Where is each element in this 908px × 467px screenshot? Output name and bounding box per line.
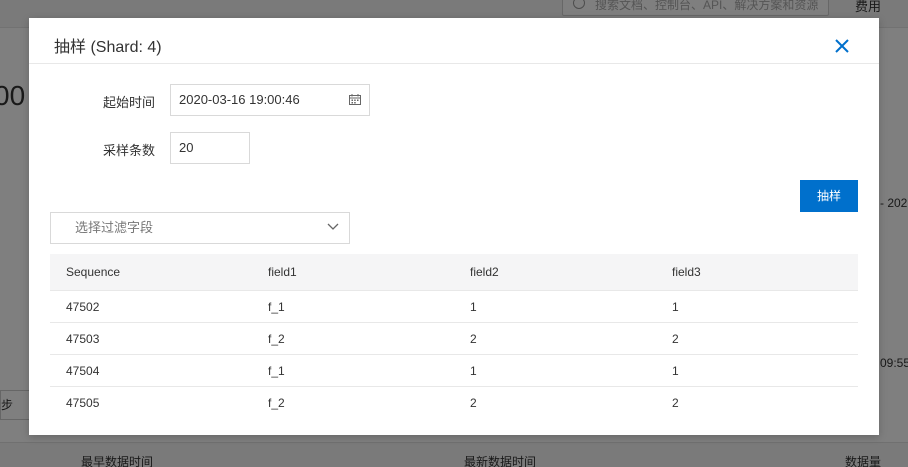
cell-field2: 1 [470, 363, 477, 378]
close-icon[interactable] [834, 38, 854, 58]
start-time-value: 2020-03-16 19:00:46 [179, 92, 300, 107]
cell-field2: 2 [470, 331, 477, 346]
table-row: 47502 f_1 1 1 [50, 290, 858, 322]
header-field2: field2 [470, 265, 499, 279]
cell-sequence: 47505 [66, 395, 100, 410]
cell-field3: 1 [672, 299, 679, 314]
table-row: 47503 f_2 2 2 [50, 322, 858, 354]
cell-field2: 1 [470, 299, 477, 314]
cell-field3: 1 [672, 363, 679, 378]
start-time-input[interactable]: 2020-03-16 19:00:46 [170, 84, 370, 116]
dialog-title: 抽样 (Shard: 4) [54, 39, 162, 56]
header-field3: field3 [672, 265, 701, 279]
filter-field-select[interactable]: 选择过滤字段 [50, 212, 350, 244]
calendar-icon[interactable] [349, 94, 361, 105]
sample-dialog: 抽样 (Shard: 4) 起始时间 2020-03-16 19:00:46 采… [29, 18, 879, 435]
sample-button[interactable]: 抽样 [800, 180, 858, 212]
cell-field3: 2 [672, 395, 679, 410]
table-row: 47505 f_2 2 2 [50, 386, 858, 418]
cell-field1: f_2 [268, 395, 285, 410]
header-sequence: Sequence [66, 265, 121, 279]
header-field1: field1 [268, 265, 297, 279]
cell-field2: 2 [470, 395, 477, 410]
sample-count-input[interactable]: 20 [170, 132, 250, 164]
cell-field1: f_1 [268, 299, 285, 314]
dialog-header: 抽样 (Shard: 4) [29, 18, 879, 64]
table-row: 47504 f_1 1 1 [50, 354, 858, 386]
sample-count-label: 采样条数 [102, 143, 155, 158]
cell-sequence: 47503 [66, 331, 100, 346]
cell-sequence: 47502 [66, 299, 100, 314]
table-header: Sequence field1 field2 field3 [50, 254, 858, 290]
chevron-down-icon [327, 223, 339, 230]
cell-field1: f_2 [268, 331, 285, 346]
cell-sequence: 47504 [66, 363, 100, 378]
cell-field3: 2 [672, 331, 679, 346]
sample-table: Sequence field1 field2 field3 47502 f_1 … [50, 254, 858, 418]
start-time-label: 起始时间 [102, 95, 155, 110]
cell-field1: f_1 [268, 363, 285, 378]
filter-field-placeholder: 选择过滤字段 [75, 220, 154, 235]
